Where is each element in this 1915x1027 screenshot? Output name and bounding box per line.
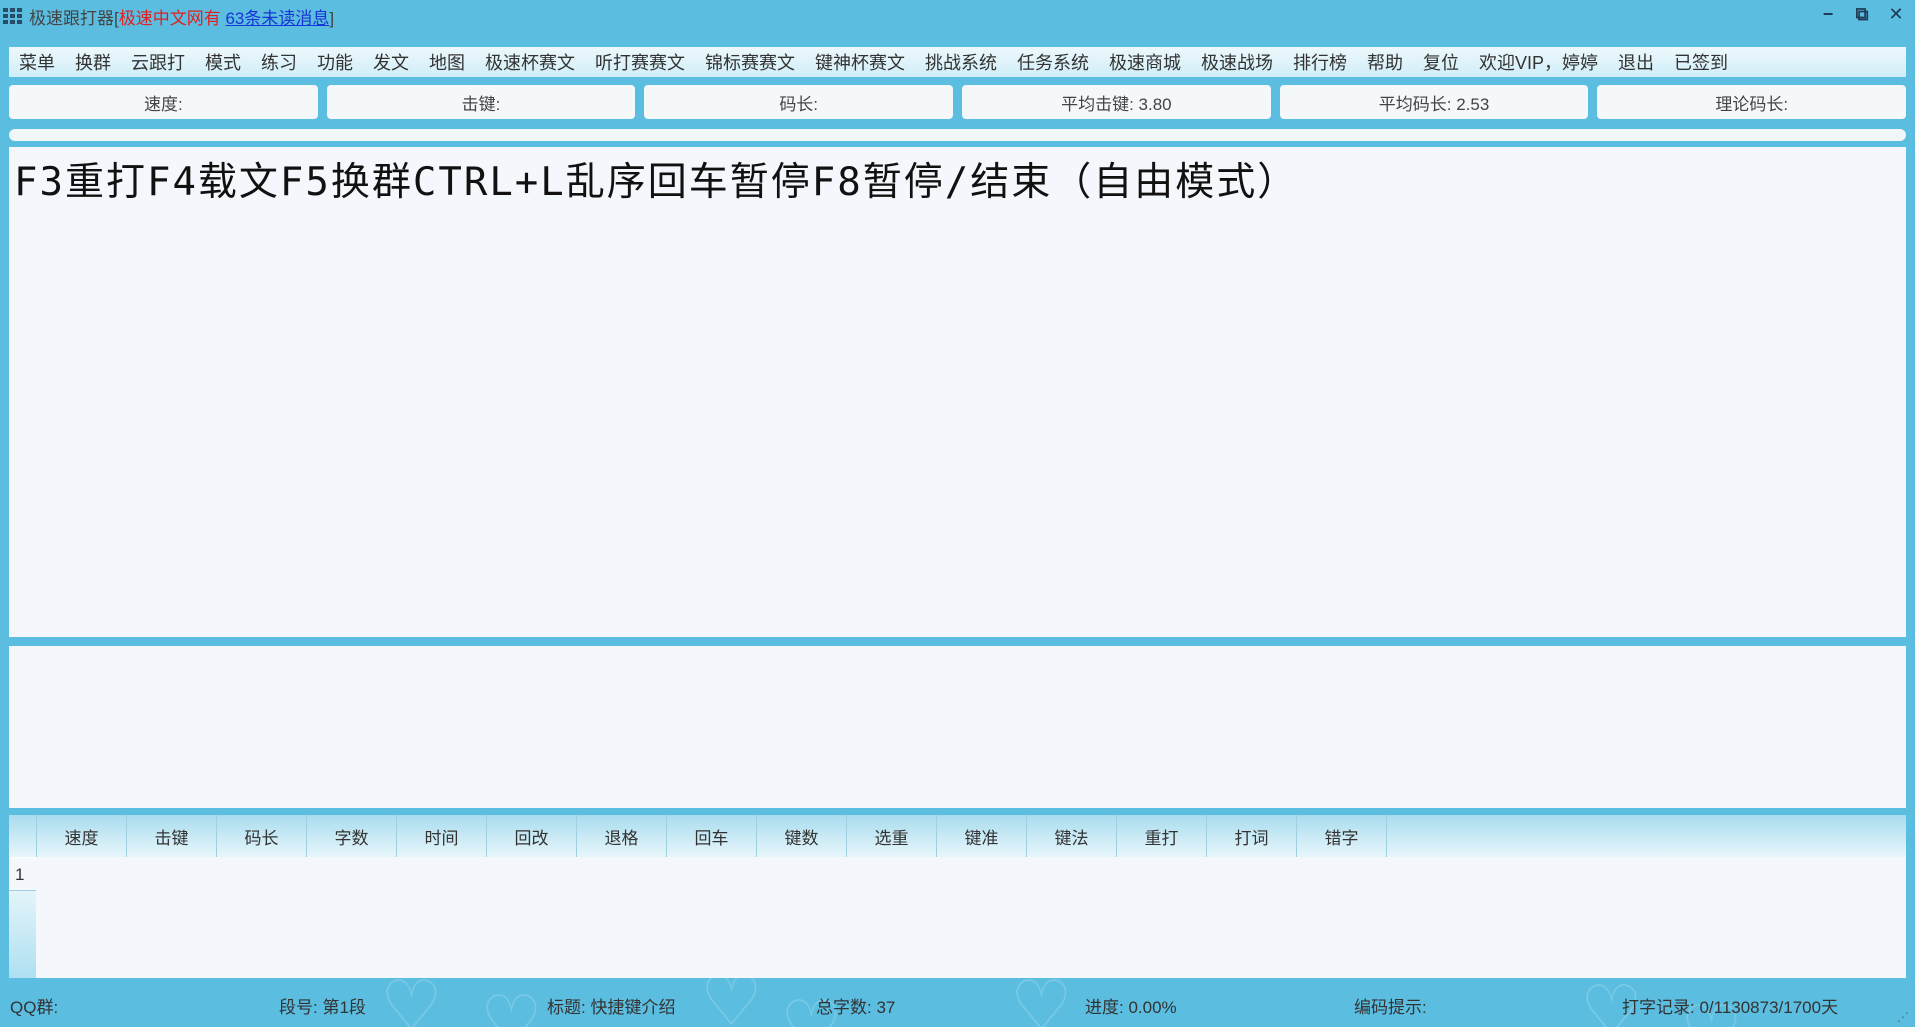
column-header-enter[interactable]: 回车 <box>667 815 757 857</box>
title-close-bracket: ] <box>329 8 335 28</box>
column-header-key-count[interactable]: 键数 <box>757 815 847 857</box>
menu-item-practice[interactable]: 练习 <box>251 49 307 75</box>
app-name: 极速跟打器[ <box>29 8 119 28</box>
progress-strip <box>9 129 1906 141</box>
typing-input-area[interactable] <box>9 646 1906 808</box>
menu-bar: 菜单 换群 云跟打 模式 练习 功能 发文 地图 极速杯赛文 听打赛赛文 锦标赛… <box>9 47 1906 77</box>
column-header-word-typing[interactable]: 打词 <box>1207 815 1297 857</box>
site-name: 极速中文网有 <box>118 8 221 28</box>
table-corner-cell <box>9 815 37 857</box>
stat-avg-keystroke: 平均击键: 3.80 <box>962 85 1271 119</box>
reference-text-panel: F3重打F4载文F5换群CTRL+L乱序回车暂停F8暂停/结束（自由模式） <box>9 147 1906 637</box>
stat-code-length: 码长: <box>644 85 954 119</box>
menu-item-cloud-typing[interactable]: 云跟打 <box>121 49 195 75</box>
column-header-corrections[interactable]: 回改 <box>487 815 577 857</box>
menu-item-menu[interactable]: 菜单 <box>9 49 65 75</box>
menu-item-tasks[interactable]: 任务系统 <box>1007 49 1099 75</box>
menu-item-speed-cup[interactable]: 极速杯赛文 <box>475 49 585 75</box>
status-bar: QQ群: 段号: 第1段 标题: 快捷键介绍 总字数: 37 进度: 0.00%… <box>0 990 1915 1018</box>
status-typing-record: 打字记录: 0/1130873/1700天 <box>1622 998 1839 1017</box>
status-qq-group: QQ群: <box>10 998 59 1017</box>
app-menu-icon[interactable] <box>3 8 23 24</box>
menu-item-leaderboard[interactable]: 排行榜 <box>1283 49 1357 75</box>
menu-item-store[interactable]: 极速商城 <box>1099 49 1191 75</box>
window-controls: − ⧉ ✕ <box>1819 4 1905 25</box>
stat-avg-code-length: 平均码长: 2.53 <box>1279 85 1589 119</box>
results-table: 速度 击键 码长 字数 时间 回改 退格 回车 键数 选重 键准 键法 重打 打… <box>9 815 1906 978</box>
minimize-icon[interactable]: − <box>1819 4 1837 25</box>
column-header-wrong-chars[interactable]: 错字 <box>1297 815 1387 857</box>
window-title: 极速跟打器[极速中文网有 63条未读消息] <box>29 4 334 29</box>
row-header-column: 1 <box>9 857 36 978</box>
stats-row: 速度: 击键: 码长: 平均击键: 3.80 平均码长: 2.53 理论码长: <box>9 85 1907 119</box>
menu-item-exit[interactable]: 退出 <box>1608 49 1664 75</box>
column-header-keystroke[interactable]: 击键 <box>127 815 217 857</box>
menu-item-switch-group[interactable]: 换群 <box>65 49 121 75</box>
unread-messages-link[interactable]: 63条未读消息 <box>225 9 329 28</box>
status-encoding-hint: 编码提示: <box>1354 998 1427 1017</box>
column-header-backspace[interactable]: 退格 <box>577 815 667 857</box>
menu-item-battlefield[interactable]: 极速战场 <box>1191 49 1283 75</box>
column-header-retype[interactable]: 重打 <box>1117 815 1207 857</box>
menu-item-championship[interactable]: 锦标赛赛文 <box>695 49 805 75</box>
stat-theoretical-code-length: 理论码长: <box>1597 85 1907 119</box>
stat-speed: 速度: <box>9 85 318 119</box>
status-progress: 进度: 0.00% <box>1085 998 1177 1017</box>
menu-item-functions[interactable]: 功能 <box>307 49 363 75</box>
menu-item-send-text[interactable]: 发文 <box>363 49 419 75</box>
menu-item-challenge[interactable]: 挑战系统 <box>915 49 1007 75</box>
column-header-char-count[interactable]: 字数 <box>307 815 397 857</box>
menu-item-welcome-vip[interactable]: 欢迎VIP，婷婷 <box>1469 49 1608 75</box>
status-segment: 段号: 第1段 <box>279 998 366 1017</box>
results-header-row: 速度 击键 码长 字数 时间 回改 退格 回车 键数 选重 键准 键法 重打 打… <box>9 815 1906 857</box>
status-title: 标题: 快捷键介绍 <box>547 998 676 1017</box>
column-header-time[interactable]: 时间 <box>397 815 487 857</box>
resize-grip-icon[interactable]: ⋰ <box>1897 1010 1909 1024</box>
title-bar: 极速跟打器[极速中文网有 63条未读消息] − ⧉ ✕ <box>0 0 1915 32</box>
menu-item-mode[interactable]: 模式 <box>195 49 251 75</box>
menu-item-keygod-cup[interactable]: 键神杯赛文 <box>805 49 915 75</box>
column-header-speed[interactable]: 速度 <box>37 815 127 857</box>
restore-icon[interactable]: ⧉ <box>1853 4 1871 25</box>
menu-item-map[interactable]: 地图 <box>419 49 475 75</box>
column-header-key-accuracy[interactable]: 键准 <box>937 815 1027 857</box>
menu-item-signed-in[interactable]: 已签到 <box>1664 49 1738 75</box>
menu-item-help[interactable]: 帮助 <box>1357 49 1413 75</box>
stat-keystroke: 击键: <box>326 85 636 119</box>
column-header-candidate-select[interactable]: 选重 <box>847 815 937 857</box>
close-icon[interactable]: ✕ <box>1887 4 1905 25</box>
menu-item-listening-match[interactable]: 听打赛赛文 <box>585 49 695 75</box>
menu-item-reset[interactable]: 复位 <box>1413 49 1469 75</box>
column-header-code-length[interactable]: 码长 <box>217 815 307 857</box>
column-header-key-method[interactable]: 键法 <box>1027 815 1117 857</box>
table-row-number[interactable]: 1 <box>9 859 36 891</box>
reference-text: F3重打F4载文F5换群CTRL+L乱序回车暂停F8暂停/结束（自由模式） <box>14 160 1299 205</box>
status-total-chars: 总字数: 37 <box>816 998 896 1017</box>
